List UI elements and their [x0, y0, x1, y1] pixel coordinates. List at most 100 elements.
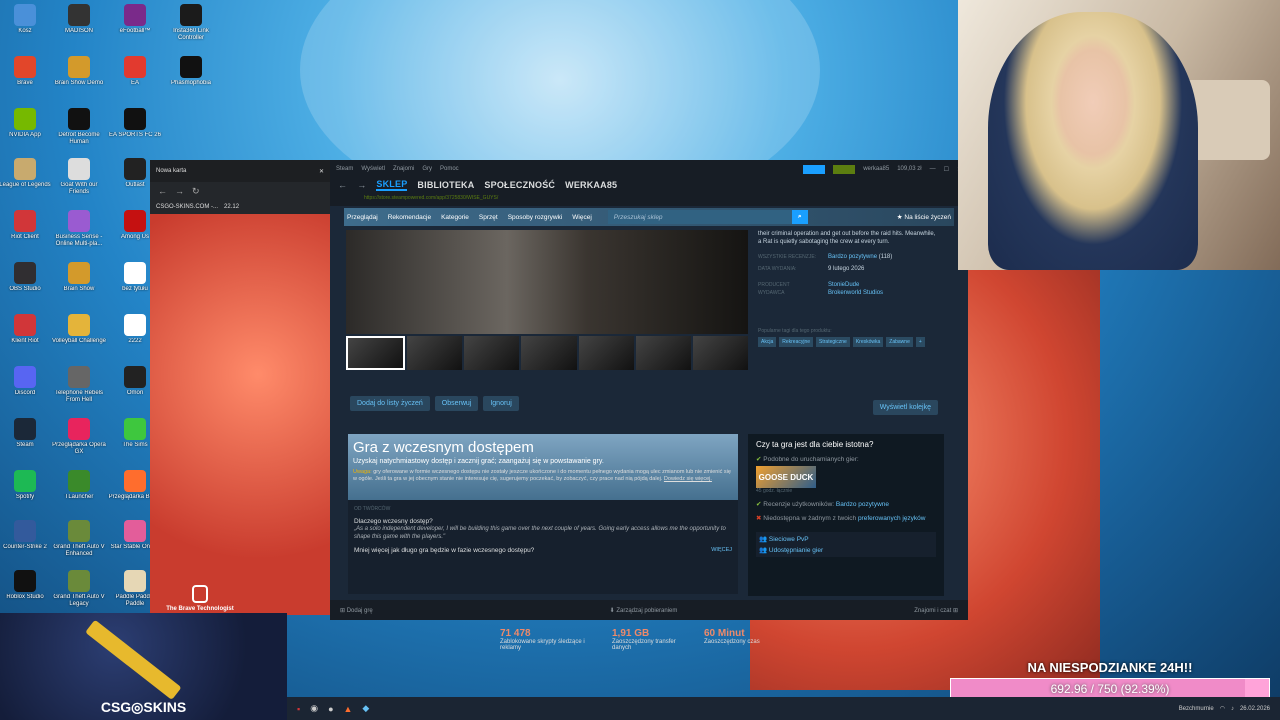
volume-icon[interactable]: ♪: [1231, 706, 1234, 712]
desktop-icon[interactable]: Przeglądarka Opera GX: [51, 418, 107, 456]
thumbnail[interactable]: [464, 336, 520, 370]
reload-icon[interactable]: ↻: [192, 186, 200, 197]
url-bar[interactable]: https://store.steampowered.com/app/37258…: [330, 192, 968, 206]
tab-community[interactable]: SPOŁECZNOŚĆ: [484, 180, 555, 190]
back-icon[interactable]: ←: [158, 186, 167, 196]
desktop-icon[interactable]: OBS Studio: [0, 262, 53, 300]
store-search-input[interactable]: Przeszukaj sklep ⌕: [607, 210, 808, 224]
steam-window[interactable]: Steam Wyświetl Znajomi Gry Pomoc werkaa8…: [330, 160, 968, 620]
add-to-wishlist-button[interactable]: Dodaj do listy życzeń: [350, 396, 430, 411]
wishlist-link[interactable]: ★ Na liście życzeń: [897, 213, 951, 221]
view-queue-button[interactable]: Wyświetl kolejkę: [872, 400, 938, 415]
browser-window[interactable]: Nowa karta ✕ ← → ↻ CSGO-SKINS.COM -... 22.12: [150, 160, 330, 615]
friends-chat-button[interactable]: Znajomi i czat ⊞: [914, 607, 958, 614]
thumbnail[interactable]: [692, 336, 748, 370]
desktop-icon[interactable]: Brain Show Demo: [51, 56, 107, 94]
thumbnail[interactable]: [521, 336, 577, 370]
desktop-icon[interactable]: Brave: [0, 56, 53, 94]
desktop-icon[interactable]: EA: [107, 56, 163, 94]
tag[interactable]: Strategiczne: [816, 337, 850, 347]
desktop-icon[interactable]: Volleyball Challenge: [51, 314, 107, 352]
taskbar-app-icon[interactable]: ▪: [297, 704, 300, 714]
desktop-icon[interactable]: Grand Theft Auto V Legacy: [51, 570, 107, 608]
desktop-icon[interactable]: Spotify: [0, 470, 53, 508]
language-link[interactable]: preferowanych języków: [858, 515, 926, 522]
desktop-icon[interactable]: MADISON: [51, 4, 107, 42]
tab-library[interactable]: BIBLIOTEKA: [417, 180, 474, 190]
user-reviews-value[interactable]: Bardzo pozytywne: [836, 501, 889, 508]
notifications-icon[interactable]: [833, 164, 856, 174]
bookmark-1[interactable]: CSGO-SKINS.COM -...: [156, 204, 218, 210]
tag[interactable]: Zabawne: [886, 337, 913, 347]
nav-more[interactable]: Więcej: [572, 214, 592, 221]
desktop-icon[interactable]: Grand Theft Auto V Enhanced: [51, 520, 107, 558]
desktop-icon[interactable]: Riot Client: [0, 210, 53, 248]
announce-icon[interactable]: [803, 164, 826, 174]
search-icon[interactable]: ⌕: [791, 210, 808, 224]
steam-menu-view[interactable]: Wyświetl: [361, 166, 385, 172]
desktop-icon[interactable]: TLauncher: [51, 470, 107, 508]
desktop-icon[interactable]: NVIDIA App: [0, 108, 53, 146]
back-icon[interactable]: ←: [338, 180, 347, 190]
steam-menu-games[interactable]: Gry: [422, 166, 432, 172]
desktop-icon[interactable]: League of Legends: [0, 158, 53, 196]
game-hero-screenshot[interactable]: [346, 230, 748, 334]
follow-button[interactable]: Obserwuj: [434, 396, 479, 411]
bookmark-2[interactable]: 22.12: [224, 204, 239, 210]
feature-sharing[interactable]: 👥 Udostępnianie gier: [759, 546, 933, 554]
brave-icon[interactable]: ▲: [344, 704, 353, 714]
desktop-icon[interactable]: Phasmophobia: [163, 56, 219, 94]
tag[interactable]: Akcja: [758, 337, 777, 347]
thumbnail[interactable]: [635, 336, 691, 370]
nav-recommendations[interactable]: Rekomendacje: [388, 214, 431, 221]
desktop-icon[interactable]: Insta360 Link Controller: [163, 4, 219, 42]
desktop-icon[interactable]: Detroit Become Human: [51, 108, 107, 146]
tab-profile[interactable]: WERKAA85: [565, 180, 617, 190]
feature-pvp[interactable]: 👥 Sieciowe PvP: [759, 535, 933, 543]
screenshot-thumbnails[interactable]: [346, 336, 748, 370]
desktop-icon[interactable]: Discord: [0, 366, 53, 404]
nav-hardware[interactable]: Sprzęt: [479, 214, 498, 221]
desktop-icon[interactable]: Kosz: [0, 4, 53, 42]
username[interactable]: werkaa85: [863, 166, 889, 172]
tag-more[interactable]: +: [915, 337, 925, 347]
desktop-icon[interactable]: Business Sense - Online Multi-pla...: [51, 210, 107, 248]
desktop-icon[interactable]: Roblox Studio: [0, 570, 53, 608]
thumbnail[interactable]: [407, 336, 463, 370]
learn-more-link[interactable]: Dowiedz się więcej.: [664, 476, 712, 482]
publisher-link[interactable]: Brokenworld Studios: [828, 290, 883, 296]
more-link[interactable]: WIĘCEJ: [711, 547, 732, 554]
steam-menu-steam[interactable]: Steam: [336, 166, 353, 172]
tag[interactable]: Rekreacyjne: [779, 337, 814, 347]
add-game-button[interactable]: ⊞ Dodaj grę: [340, 607, 373, 614]
browser-tab[interactable]: Nowa karta: [156, 168, 186, 174]
developer-link[interactable]: StonieDude: [828, 282, 859, 288]
nav-play-modes[interactable]: Sposoby rozgrywki: [508, 214, 563, 221]
similar-game-capsule[interactable]: GOOSE DUCK: [756, 466, 816, 488]
obs-icon[interactable]: ◉: [310, 703, 318, 714]
nav-browse[interactable]: Przeglądaj: [347, 214, 378, 221]
thumbnail[interactable]: [346, 336, 406, 370]
steam-icon[interactable]: ◆: [362, 703, 369, 714]
ignore-button[interactable]: Ignoruj: [483, 396, 519, 411]
tab-store[interactable]: SKLEP: [376, 179, 408, 191]
desktop-icon[interactable]: EA SPORTS FC 26: [107, 108, 163, 146]
tag[interactable]: Kreskówka: [852, 337, 884, 347]
nav-categories[interactable]: Kategorie: [441, 214, 469, 221]
steam-menu-friends[interactable]: Znajomi: [393, 166, 414, 172]
minimize-icon[interactable]: —: [930, 166, 936, 172]
thumbnail[interactable]: [578, 336, 634, 370]
desktop-icon[interactable]: eFootball™: [107, 4, 163, 42]
maximize-icon[interactable]: ☐: [944, 166, 949, 173]
weather-status[interactable]: Bezchmurnie: [1179, 706, 1214, 712]
clock-date[interactable]: 26.02.2026: [1240, 706, 1270, 712]
forward-icon[interactable]: →: [175, 186, 184, 196]
desktop-icon[interactable]: Counter-Strike 2: [0, 520, 53, 558]
desktop-icon[interactable]: Klient Riot: [0, 314, 53, 352]
desktop-icon[interactable]: Telephone Rebels From Hell: [51, 366, 107, 404]
downloads-button[interactable]: ⬇ Zarządzaj pobieraniem: [610, 607, 678, 614]
wifi-icon[interactable]: ◠: [1220, 705, 1225, 712]
obs-icon[interactable]: ●: [328, 704, 333, 714]
desktop-icon[interactable]: Goat With our Friends: [51, 158, 107, 196]
reviews-value[interactable]: Bardzo pozytywne: [828, 254, 877, 260]
